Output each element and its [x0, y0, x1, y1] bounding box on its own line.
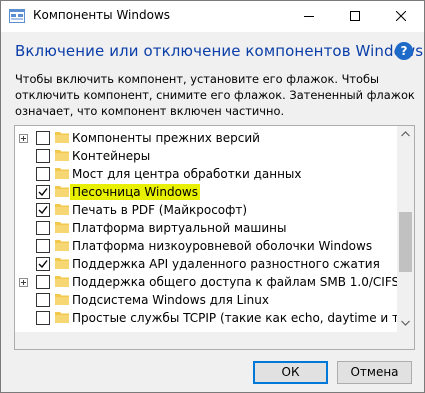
feature-checkbox[interactable]: [36, 221, 50, 235]
feature-checkbox[interactable]: [36, 131, 50, 145]
vertical-scrollbar[interactable]: [397, 126, 414, 349]
feature-label: Платформа виртуальной машины: [72, 221, 287, 235]
scroll-down-button[interactable]: [397, 315, 414, 332]
help-icon[interactable]: ?: [395, 42, 413, 60]
feature-label: Мост для центра обработки данных: [72, 167, 302, 181]
folder-icon: [55, 240, 69, 251]
feature-label: Песочница Windows: [70, 184, 200, 200]
folder-icon: [55, 222, 69, 233]
feature-item[interactable]: Поддержка общего доступа к файлам SMB 1.…: [15, 273, 399, 291]
window-title: Компоненты Windows: [33, 8, 171, 22]
feature-item[interactable]: Компоненты прежних версий: [15, 129, 397, 147]
scroll-thumb[interactable]: [399, 212, 412, 272]
maximize-button[interactable]: [332, 1, 378, 32]
folder-icon: [55, 204, 69, 215]
feature-label: Печать в PDF (Майкрософт): [72, 203, 248, 217]
scroll-up-button[interactable]: [397, 126, 414, 143]
maximize-icon: [350, 11, 360, 21]
features-tree: Компоненты прежних версий Контейнеры Мост …: [14, 125, 415, 350]
feature-item[interactable]: Платформа низкоуровневой оболочки Window…: [15, 237, 397, 255]
folder-icon: [55, 168, 69, 179]
feature-checkbox[interactable]: [36, 257, 50, 271]
feature-checkbox[interactable]: [36, 275, 50, 289]
cancel-button[interactable]: Отмена: [337, 361, 412, 384]
folder-icon: [55, 186, 69, 197]
feature-item[interactable]: Мост для центра обработки данных: [15, 165, 397, 183]
feature-label: Поддержка API удаленного разностного сжа…: [72, 257, 380, 271]
feature-label: Подсистема Windows для Linux: [72, 293, 269, 307]
feature-label: Простые службы TCPIP (такие как echo, da…: [72, 311, 415, 325]
feature-checkbox[interactable]: [36, 185, 50, 199]
minimize-button[interactable]: [286, 1, 332, 32]
folder-icon: [55, 258, 69, 269]
checkmark-icon: [38, 206, 48, 215]
checkmark-icon: [38, 188, 48, 197]
feature-label: Контейнеры: [72, 149, 151, 163]
feature-checkbox[interactable]: [36, 149, 50, 163]
horizontal-scrollbar[interactable]: [15, 332, 397, 349]
chevron-up-icon: [401, 131, 410, 137]
feature-checkbox[interactable]: [36, 167, 50, 181]
folder-icon: [55, 132, 69, 143]
feature-label: Платформа низкоуровневой оболочки Window…: [72, 239, 373, 253]
expand-icon[interactable]: [19, 278, 28, 287]
title-bar[interactable]: Компоненты Windows: [1, 1, 424, 32]
ok-button[interactable]: ОК: [253, 361, 328, 384]
minimize-icon: [304, 16, 314, 17]
folder-icon: [55, 294, 69, 305]
components-dialog: Компоненты Windows Включение или отключе…: [0, 0, 425, 393]
feature-item[interactable]: Печать в PDF (Майкрософт): [15, 201, 397, 219]
feature-label: Компоненты прежних версий: [72, 131, 260, 145]
page-heading: Включение или отключение компонентов Win…: [15, 42, 424, 60]
instructions-text: Чтобы включить компонент, установите его…: [15, 72, 415, 118]
app-icon: [9, 9, 25, 23]
checkmark-icon: [38, 260, 48, 269]
feature-item[interactable]: Платформа виртуальной машины: [15, 219, 397, 237]
chevron-down-icon: [401, 320, 410, 326]
close-icon: [396, 11, 406, 21]
feature-checkbox[interactable]: [36, 239, 50, 253]
feature-checkbox[interactable]: [36, 203, 50, 217]
feature-item[interactable]: Контейнеры: [15, 147, 397, 165]
feature-item[interactable]: Поддержка API удаленного разностного сжа…: [15, 255, 397, 273]
folder-icon: [55, 150, 69, 161]
expand-icon[interactable]: [19, 134, 28, 143]
feature-checkbox[interactable]: [36, 293, 50, 307]
feature-checkbox[interactable]: [36, 311, 50, 325]
feature-item[interactable]: Песочница Windows: [15, 183, 397, 201]
folder-icon: [55, 312, 69, 323]
feature-item[interactable]: Подсистема Windows для Linux: [15, 291, 397, 309]
feature-item[interactable]: Простые службы TCPIP (такие как echo, da…: [15, 309, 414, 327]
feature-label: Поддержка общего доступа к файлам SMB 1.…: [72, 275, 400, 289]
close-button[interactable]: [378, 1, 424, 32]
folder-icon: [55, 276, 69, 287]
